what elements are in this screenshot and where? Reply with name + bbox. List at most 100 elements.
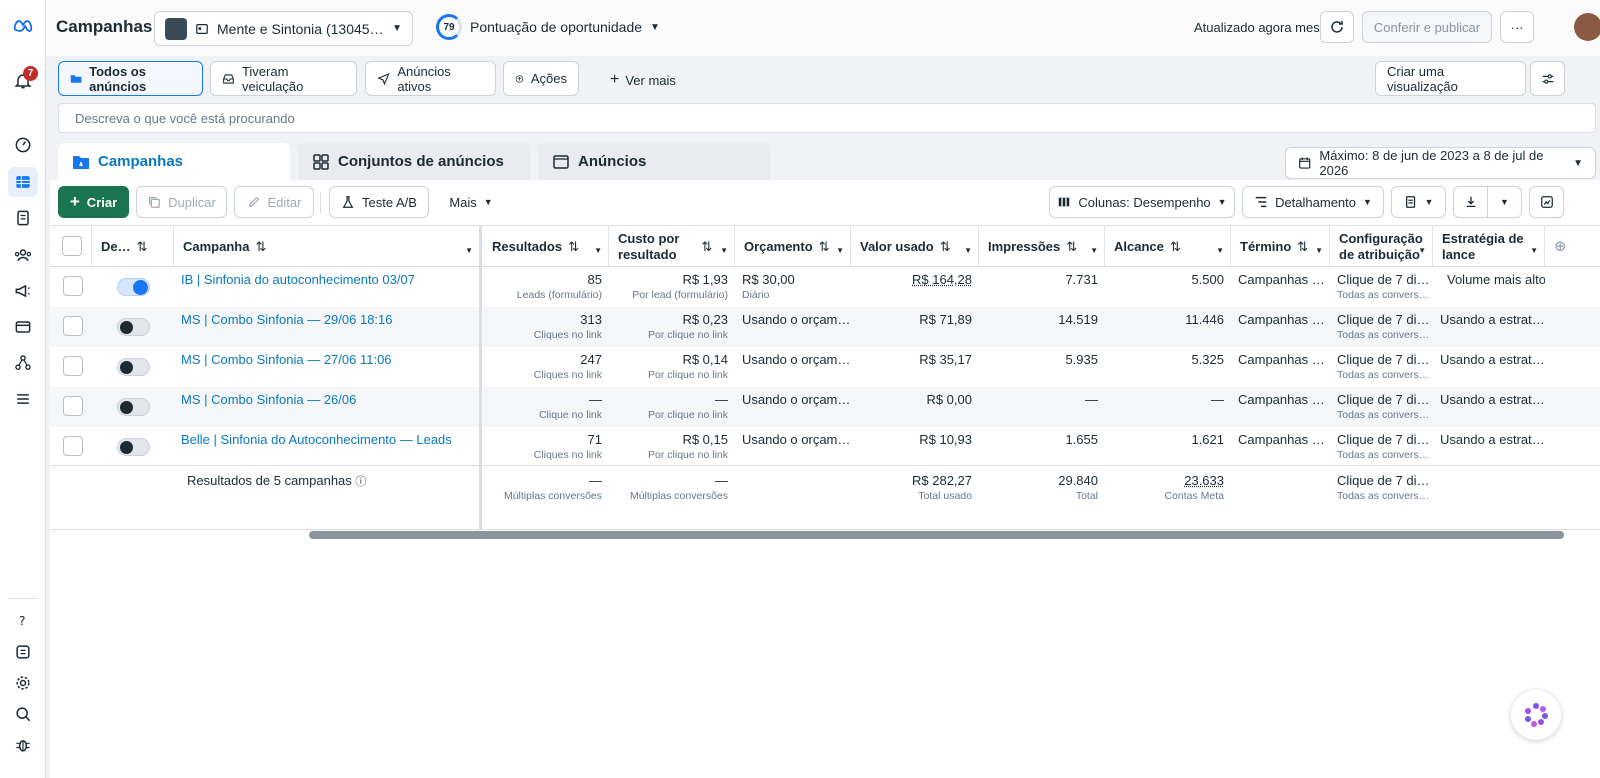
row-checkbox[interactable]: [63, 436, 83, 456]
filter-actions[interactable]: Ações: [503, 61, 579, 96]
campaign-name-link[interactable]: MS | Combo Sinfonia — 29/06 18:16: [181, 311, 473, 328]
chevron-down-icon[interactable]: ▼: [1418, 243, 1426, 259]
more-options-button[interactable]: ···: [1500, 11, 1534, 43]
column-header-impressions[interactable]: Impressões ⇅ ▼: [979, 226, 1105, 267]
tab-campaigns[interactable]: Campanhas: [58, 143, 290, 180]
delivery-toggle[interactable]: [117, 438, 150, 456]
sort-icon[interactable]: ⇅: [137, 239, 148, 255]
chevron-down-icon[interactable]: ▼: [1216, 243, 1224, 259]
search-input[interactable]: Descreva o que você está procurando: [58, 103, 1596, 133]
add-column-icon[interactable]: ⊕: [1554, 239, 1567, 255]
frozen-column-divider[interactable]: [479, 225, 482, 530]
chevron-down-icon[interactable]: ▼: [1315, 243, 1323, 259]
table-row[interactable]: MS | Combo Sinfonia — 29/06 18:16 313 Cliq…: [50, 307, 1600, 347]
ad-account-selector[interactable]: Mente e Sintonia (13045… ▼: [154, 11, 413, 46]
opportunity-score-dropdown[interactable]: 79 Pontuação de oportunidade ▼: [436, 14, 660, 40]
settings-gear-icon[interactable]: [8, 668, 38, 698]
row-checkbox[interactable]: [63, 356, 83, 376]
chevron-down-icon[interactable]: ▼: [1530, 243, 1538, 259]
columns-dropdown[interactable]: Colunas: Desempenho ▼: [1049, 186, 1235, 218]
news-feed-icon[interactable]: [8, 637, 38, 667]
megaphone-campaign-icon[interactable]: [8, 276, 38, 306]
delivery-toggle[interactable]: [117, 398, 150, 416]
row-checkbox[interactable]: [63, 276, 83, 296]
campaign-name-link[interactable]: MS | Combo Sinfonia — 26/06: [181, 391, 473, 408]
breakdown-dropdown[interactable]: Detalhamento ▼: [1242, 186, 1384, 218]
sort-icon[interactable]: ⇅: [819, 239, 830, 255]
table-row[interactable]: Belle | Sinfonia do Autoconhecimento — L…: [50, 427, 1600, 467]
column-header-delivery[interactable]: De… ⇅: [92, 226, 174, 267]
select-all-checkbox[interactable]: [62, 236, 82, 256]
column-header-amount-spent[interactable]: Valor usado ⇅ ▼: [851, 226, 979, 267]
chevron-down-icon[interactable]: ▼: [836, 243, 844, 259]
filter-delivered[interactable]: Tiveram veiculação: [210, 61, 357, 96]
column-header-bid-strategy[interactable]: Estratégia de lance ▼: [1433, 226, 1545, 267]
duplicate-button[interactable]: Duplicar: [136, 186, 227, 218]
campaign-name-link[interactable]: MS | Combo Sinfonia — 27/06 11:06: [181, 351, 473, 368]
chevron-down-icon[interactable]: ▼: [1090, 243, 1098, 259]
sort-icon[interactable]: ⇅: [701, 239, 712, 255]
column-header-results[interactable]: Resultados ⇅ ▼: [483, 226, 609, 267]
campaign-name-link[interactable]: Belle | Sinfonia do Autoconhecimento — L…: [181, 431, 473, 448]
horizontal-scrollbar[interactable]: [309, 531, 1564, 539]
avatar[interactable]: [1574, 13, 1600, 41]
sort-icon[interactable]: ⇅: [1170, 239, 1181, 255]
ads-manager-table-icon[interactable]: [8, 167, 38, 197]
column-header-cost-per-result[interactable]: Custo por resultado ⇅ ▼: [609, 226, 735, 267]
export-options-dropdown[interactable]: ▼: [1487, 186, 1522, 218]
sort-icon[interactable]: ⇅: [255, 239, 266, 255]
campaign-name-link[interactable]: IB | Sinfonia do autoconhecimento 03/07: [181, 271, 473, 288]
column-header-campaign[interactable]: Campanha ⇅ ▼: [174, 226, 480, 267]
edit-button[interactable]: Editar: [234, 186, 314, 218]
more-actions-dropdown[interactable]: Mais ▼: [436, 186, 506, 218]
row-checkbox[interactable]: [63, 316, 83, 336]
view-settings-button[interactable]: [1530, 61, 1565, 96]
info-icon[interactable]: ⓘ: [355, 476, 366, 488]
create-button[interactable]: + Criar: [58, 186, 129, 218]
refresh-button[interactable]: [1320, 11, 1354, 43]
reports-dropdown[interactable]: ▼: [1391, 186, 1446, 218]
filter-active-ads[interactable]: Anúncios ativos: [365, 61, 496, 96]
all-tools-menu-icon[interactable]: [8, 384, 38, 414]
table-row[interactable]: MS | Combo Sinfonia — 27/06 11:06 247 Cliq…: [50, 347, 1600, 387]
sort-icon[interactable]: ⇅: [1066, 239, 1077, 255]
delivery-toggle[interactable]: [117, 318, 150, 336]
report-bug-icon[interactable]: [8, 730, 38, 760]
totals-reach-value[interactable]: 23.633: [1112, 472, 1224, 489]
help-question-icon[interactable]: ?: [8, 605, 38, 635]
row-checkbox[interactable]: [63, 396, 83, 416]
charts-toggle-button[interactable]: [1529, 186, 1564, 218]
notifications-bell-icon[interactable]: 7: [8, 66, 38, 96]
events-manager-icon[interactable]: [8, 348, 38, 378]
column-header-reach[interactable]: Alcance ⇅ ▼: [1105, 226, 1231, 267]
table-row[interactable]: MS | Combo Sinfonia — 26/06 — Clique no li…: [50, 387, 1600, 427]
column-header-budget[interactable]: Orçamento ⇅ ▼: [735, 226, 851, 267]
search-icon[interactable]: [8, 699, 38, 729]
column-header-attribution[interactable]: Configuração de atribuição ▼: [1330, 226, 1433, 267]
see-more-filters-button[interactable]: + Ver mais: [610, 71, 676, 89]
billing-card-icon[interactable]: [8, 312, 38, 342]
meta-logo-icon[interactable]: [8, 11, 38, 41]
chevron-down-icon[interactable]: ▼: [964, 243, 972, 259]
export-button[interactable]: [1453, 186, 1488, 218]
chevron-down-icon[interactable]: ▼: [720, 243, 728, 259]
column-header-end[interactable]: Término ⇅ ▼: [1231, 226, 1330, 267]
reports-document-icon[interactable]: [8, 203, 38, 233]
sort-icon[interactable]: ⇅: [1297, 239, 1308, 255]
dashboard-gauge-icon[interactable]: [8, 130, 38, 160]
audiences-people-icon[interactable]: [8, 240, 38, 270]
delivery-toggle[interactable]: [117, 358, 150, 376]
filter-all-ads[interactable]: Todos os anúncios: [58, 61, 203, 96]
chevron-down-icon[interactable]: ▼: [594, 243, 602, 259]
table-row[interactable]: IB | Sinfonia do autoconhecimento 03/07 8…: [50, 267, 1600, 307]
create-view-button[interactable]: Criar uma visualização: [1375, 61, 1526, 96]
ab-test-button[interactable]: Teste A/B: [329, 186, 429, 218]
date-range-picker[interactable]: Máximo: 8 de jun de 2023 a 8 de jul de 2…: [1285, 147, 1596, 179]
sort-icon[interactable]: ⇅: [940, 239, 951, 255]
tab-ads[interactable]: Anúncios: [538, 143, 770, 180]
delivery-toggle[interactable]: [117, 278, 150, 296]
chevron-down-icon[interactable]: ▼: [465, 243, 473, 259]
review-publish-button[interactable]: Conferir e publicar: [1362, 11, 1492, 43]
tab-ad-sets[interactable]: Conjuntos de anúncios: [298, 143, 530, 180]
ai-assistant-button[interactable]: [1511, 690, 1561, 740]
